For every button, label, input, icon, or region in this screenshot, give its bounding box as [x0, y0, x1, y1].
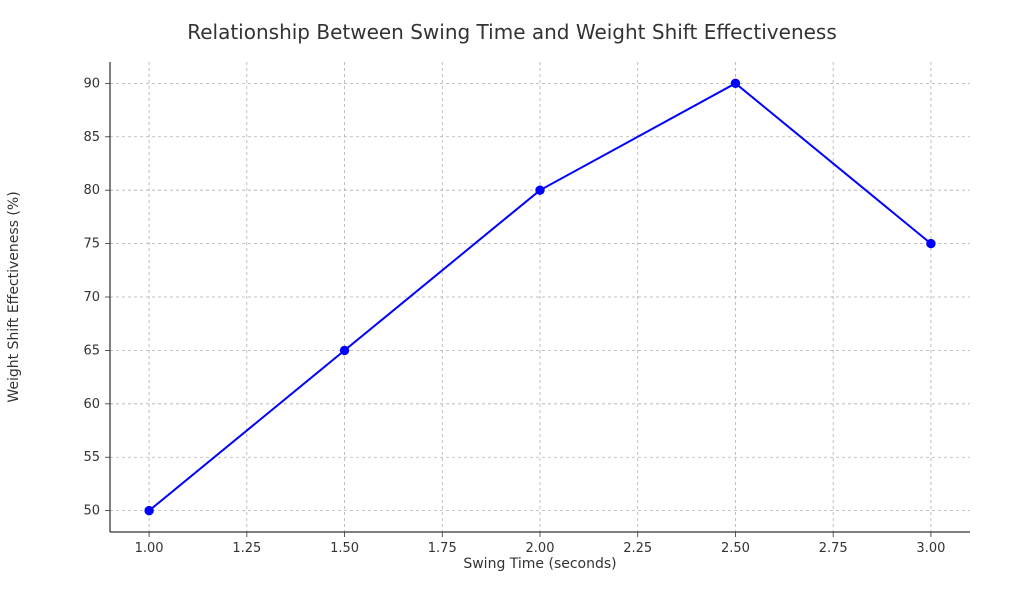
- data-point: [536, 186, 544, 194]
- chart-title: Relationship Between Swing Time and Weig…: [0, 20, 1024, 44]
- data-point: [731, 79, 739, 87]
- x-tick-label: 2.00: [526, 541, 555, 556]
- figure: Relationship Between Swing Time and Weig…: [0, 0, 1024, 614]
- x-tick-label: 2.50: [721, 541, 750, 556]
- x-tick-label: 1.25: [232, 541, 261, 556]
- x-tick-label: 1.00: [135, 541, 164, 556]
- y-axis-label: Weight Shift Effectiveness (%): [6, 62, 476, 532]
- data-point: [927, 239, 935, 247]
- x-axis-label: Swing Time (seconds): [110, 556, 970, 572]
- x-tick-label: 2.75: [819, 541, 848, 556]
- x-tick-label: 1.75: [428, 541, 457, 556]
- x-tick-label: 1.50: [330, 541, 359, 556]
- x-tick-label: 3.00: [916, 541, 945, 556]
- x-tick-label: 2.25: [623, 541, 652, 556]
